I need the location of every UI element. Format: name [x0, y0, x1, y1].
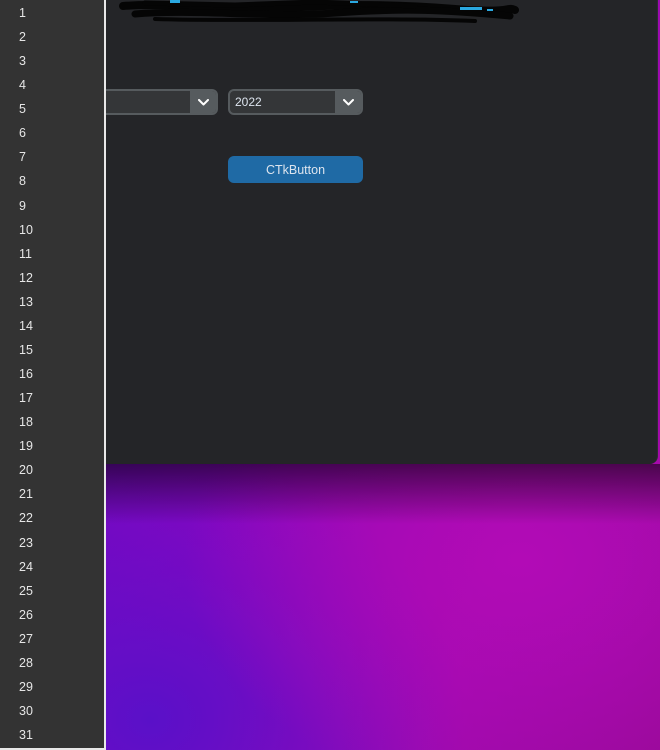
day-option[interactable]: 30 — [19, 703, 99, 719]
day-option[interactable]: 24 — [19, 559, 99, 575]
year-combobox-dropdown-button[interactable] — [335, 91, 361, 113]
day-option[interactable]: 21 — [19, 486, 99, 502]
day-option[interactable]: 25 — [19, 583, 99, 599]
day-option[interactable]: 31 — [19, 727, 99, 743]
day-option[interactable]: 14 — [19, 318, 99, 334]
day-option[interactable]: 5 — [19, 101, 99, 117]
year-combobox[interactable]: 2022 — [228, 89, 363, 115]
ctk-button[interactable]: CTkButton — [228, 156, 363, 183]
screen: 2022 CTkButton 1 2 3 4 5 6 7 8 9 10 11 12 13 14 15 16 17… — [0, 0, 660, 750]
day-option[interactable]: 27 — [19, 631, 99, 647]
day-option[interactable]: 17 — [19, 390, 99, 406]
month-combobox-dropdown-button[interactable] — [190, 91, 216, 113]
day-option[interactable]: 22 — [19, 510, 99, 526]
day-option[interactable]: 10 — [19, 222, 99, 238]
day-option[interactable]: 13 — [19, 294, 99, 310]
day-option[interactable]: 23 — [19, 535, 99, 551]
chevron-down-icon — [197, 98, 209, 105]
day-option[interactable]: 18 — [19, 414, 99, 430]
day-option[interactable]: 3 — [19, 53, 99, 69]
day-option[interactable]: 1 — [19, 5, 99, 21]
day-option[interactable]: 29 — [19, 679, 99, 695]
day-option[interactable]: 28 — [19, 655, 99, 671]
day-option[interactable]: 15 — [19, 342, 99, 358]
day-option[interactable]: 11 — [19, 246, 99, 262]
month-combobox[interactable] — [96, 89, 218, 115]
day-option[interactable]: 19 — [19, 438, 99, 454]
redacted-title-scribble — [119, 0, 519, 23]
day-option[interactable]: 2 — [19, 29, 99, 45]
day-option[interactable]: 20 — [19, 462, 99, 478]
day-option[interactable]: 12 — [19, 270, 99, 286]
day-option[interactable]: 8 — [19, 173, 99, 189]
day-option[interactable]: 9 — [19, 198, 99, 214]
day-option[interactable]: 26 — [19, 607, 99, 623]
day-dropdown-menu: 1 2 3 4 5 6 7 8 9 10 11 12 13 14 15 16 17 18 19 20 21 22 23 24 2… — [0, 0, 106, 750]
day-option[interactable]: 7 — [19, 149, 99, 165]
day-option[interactable]: 4 — [19, 77, 99, 93]
day-option[interactable]: 6 — [19, 125, 99, 141]
chevron-down-icon — [342, 98, 354, 105]
day-option[interactable]: 16 — [19, 366, 99, 382]
year-combobox-value: 2022 — [235, 95, 262, 109]
